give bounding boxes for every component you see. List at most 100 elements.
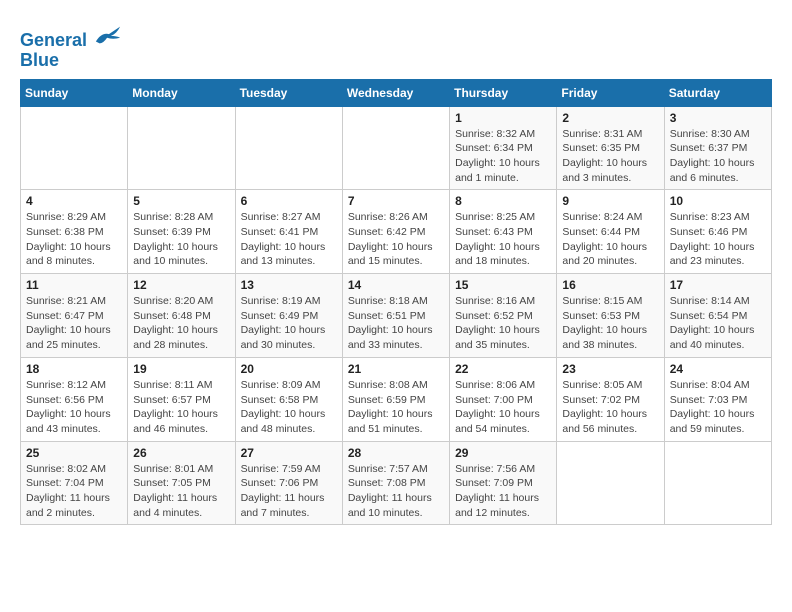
day-info: Sunrise: 7:59 AM Sunset: 7:06 PM Dayligh…	[241, 462, 337, 521]
day-number: 15	[455, 278, 551, 292]
calendar-day-cell: 28 Sunrise: 7:57 AM Sunset: 7:08 PM Dayli…	[342, 441, 449, 525]
calendar-day-cell: 15 Sunrise: 8:16 AM Sunset: 6:52 PM Dayli…	[450, 274, 557, 358]
day-number: 21	[348, 362, 444, 376]
day-info: Sunrise: 8:08 AM Sunset: 6:59 PM Dayligh…	[348, 378, 444, 437]
calendar-day-cell: 10 Sunrise: 8:23 AM Sunset: 6:46 PM Dayli…	[664, 190, 771, 274]
calendar-day-cell: 12 Sunrise: 8:20 AM Sunset: 6:48 PM Dayli…	[128, 274, 235, 358]
day-number: 17	[670, 278, 766, 292]
calendar-day-cell	[557, 441, 664, 525]
logo-blue-text: Blue	[20, 51, 122, 71]
day-number: 26	[133, 446, 229, 460]
calendar-day-cell: 17 Sunrise: 8:14 AM Sunset: 6:54 PM Dayli…	[664, 274, 771, 358]
day-info: Sunrise: 7:57 AM Sunset: 7:08 PM Dayligh…	[348, 462, 444, 521]
calendar-day-cell	[128, 106, 235, 190]
day-info: Sunrise: 8:28 AM Sunset: 6:39 PM Dayligh…	[133, 210, 229, 269]
logo: General Blue	[20, 24, 122, 71]
day-info: Sunrise: 8:12 AM Sunset: 6:56 PM Dayligh…	[26, 378, 122, 437]
calendar-day-cell: 13Sunrise: 8:19 AM Sunset: 6:49 PM Dayli…	[235, 274, 342, 358]
calendar-day-cell: 19 Sunrise: 8:11 AM Sunset: 6:57 PM Dayli…	[128, 357, 235, 441]
day-of-week-header: Thursday	[450, 79, 557, 106]
calendar-day-cell: 2Sunrise: 8:31 AM Sunset: 6:35 PM Daylig…	[557, 106, 664, 190]
calendar-week-row: 25 Sunrise: 8:02 AM Sunset: 7:04 PM Dayli…	[21, 441, 772, 525]
calendar-day-cell: 21 Sunrise: 8:08 AM Sunset: 6:59 PM Dayli…	[342, 357, 449, 441]
day-number: 3	[670, 111, 766, 125]
calendar-day-cell: 22 Sunrise: 8:06 AM Sunset: 7:00 PM Dayli…	[450, 357, 557, 441]
day-info: Sunrise: 8:01 AM Sunset: 7:05 PM Dayligh…	[133, 462, 229, 521]
day-number: 18	[26, 362, 122, 376]
day-of-week-header: Sunday	[21, 79, 128, 106]
day-number: 23	[562, 362, 658, 376]
calendar-table: SundayMondayTuesdayWednesdayThursdayFrid…	[20, 79, 772, 526]
calendar-day-cell: 5 Sunrise: 8:28 AM Sunset: 6:39 PM Daylig…	[128, 190, 235, 274]
calendar-day-cell: 26 Sunrise: 8:01 AM Sunset: 7:05 PM Dayli…	[128, 441, 235, 525]
day-info: Sunrise: 8:24 AM Sunset: 6:44 PM Dayligh…	[562, 210, 658, 269]
day-number: 16	[562, 278, 658, 292]
day-of-week-header: Saturday	[664, 79, 771, 106]
calendar-day-cell: 25 Sunrise: 8:02 AM Sunset: 7:04 PM Dayli…	[21, 441, 128, 525]
calendar-day-cell: 8 Sunrise: 8:25 AM Sunset: 6:43 PM Daylig…	[450, 190, 557, 274]
day-info: Sunrise: 8:11 AM Sunset: 6:57 PM Dayligh…	[133, 378, 229, 437]
calendar-day-cell: 4 Sunrise: 8:29 AM Sunset: 6:38 PM Daylig…	[21, 190, 128, 274]
calendar-week-row: 11 Sunrise: 8:21 AM Sunset: 6:47 PM Dayli…	[21, 274, 772, 358]
day-info: Sunrise: 8:14 AM Sunset: 6:54 PM Dayligh…	[670, 294, 766, 353]
day-number: 24	[670, 362, 766, 376]
page-header: General Blue	[20, 20, 772, 71]
day-of-week-header: Friday	[557, 79, 664, 106]
calendar-day-cell: 27Sunrise: 7:59 AM Sunset: 7:06 PM Dayli…	[235, 441, 342, 525]
day-info: Sunrise: 8:31 AM Sunset: 6:35 PM Dayligh…	[562, 127, 658, 186]
calendar-day-cell	[235, 106, 342, 190]
day-number: 12	[133, 278, 229, 292]
calendar-header-row: SundayMondayTuesdayWednesdayThursdayFrid…	[21, 79, 772, 106]
calendar-day-cell: 18 Sunrise: 8:12 AM Sunset: 6:56 PM Dayli…	[21, 357, 128, 441]
day-of-week-header: Wednesday	[342, 79, 449, 106]
day-info: Sunrise: 8:19 AM Sunset: 6:49 PM Dayligh…	[241, 294, 337, 353]
day-number: 22	[455, 362, 551, 376]
day-info: Sunrise: 8:04 AM Sunset: 7:03 PM Dayligh…	[670, 378, 766, 437]
day-number: 25	[26, 446, 122, 460]
day-of-week-header: Monday	[128, 79, 235, 106]
day-info: Sunrise: 8:25 AM Sunset: 6:43 PM Dayligh…	[455, 210, 551, 269]
day-info: Sunrise: 8:09 AM Sunset: 6:58 PM Dayligh…	[241, 378, 337, 437]
day-number: 8	[455, 194, 551, 208]
day-number: 6	[241, 194, 337, 208]
day-info: Sunrise: 8:21 AM Sunset: 6:47 PM Dayligh…	[26, 294, 122, 353]
day-number: 14	[348, 278, 444, 292]
day-info: Sunrise: 8:26 AM Sunset: 6:42 PM Dayligh…	[348, 210, 444, 269]
calendar-day-cell	[664, 441, 771, 525]
calendar-day-cell: 11 Sunrise: 8:21 AM Sunset: 6:47 PM Dayli…	[21, 274, 128, 358]
day-info: Sunrise: 7:56 AM Sunset: 7:09 PM Dayligh…	[455, 462, 551, 521]
day-number: 7	[348, 194, 444, 208]
day-info: Sunrise: 8:16 AM Sunset: 6:52 PM Dayligh…	[455, 294, 551, 353]
day-number: 5	[133, 194, 229, 208]
calendar-day-cell: 23Sunrise: 8:05 AM Sunset: 7:02 PM Dayli…	[557, 357, 664, 441]
day-number: 19	[133, 362, 229, 376]
calendar-day-cell: 16 Sunrise: 8:15 AM Sunset: 6:53 PM Dayli…	[557, 274, 664, 358]
day-info: Sunrise: 8:30 AM Sunset: 6:37 PM Dayligh…	[670, 127, 766, 186]
calendar-week-row: 4 Sunrise: 8:29 AM Sunset: 6:38 PM Daylig…	[21, 190, 772, 274]
logo-text: General	[20, 24, 122, 51]
day-info: Sunrise: 8:20 AM Sunset: 6:48 PM Dayligh…	[133, 294, 229, 353]
day-of-week-header: Tuesday	[235, 79, 342, 106]
day-info: Sunrise: 8:29 AM Sunset: 6:38 PM Dayligh…	[26, 210, 122, 269]
day-number: 28	[348, 446, 444, 460]
day-number: 1	[455, 111, 551, 125]
calendar-day-cell	[21, 106, 128, 190]
calendar-day-cell: 20 Sunrise: 8:09 AM Sunset: 6:58 PM Dayli…	[235, 357, 342, 441]
day-info: Sunrise: 8:06 AM Sunset: 7:00 PM Dayligh…	[455, 378, 551, 437]
calendar-day-cell: 3 Sunrise: 8:30 AM Sunset: 6:37 PM Daylig…	[664, 106, 771, 190]
day-info: Sunrise: 8:02 AM Sunset: 7:04 PM Dayligh…	[26, 462, 122, 521]
calendar-day-cell: 9 Sunrise: 8:24 AM Sunset: 6:44 PM Daylig…	[557, 190, 664, 274]
calendar-day-cell: 14 Sunrise: 8:18 AM Sunset: 6:51 PM Dayli…	[342, 274, 449, 358]
calendar-day-cell: 6 Sunrise: 8:27 AM Sunset: 6:41 PM Daylig…	[235, 190, 342, 274]
day-info: Sunrise: 8:27 AM Sunset: 6:41 PM Dayligh…	[241, 210, 337, 269]
day-number: 4	[26, 194, 122, 208]
day-info: Sunrise: 8:32 AM Sunset: 6:34 PM Dayligh…	[455, 127, 551, 186]
day-number: 20	[241, 362, 337, 376]
day-info: Sunrise: 8:15 AM Sunset: 6:53 PM Dayligh…	[562, 294, 658, 353]
day-info: Sunrise: 8:18 AM Sunset: 6:51 PM Dayligh…	[348, 294, 444, 353]
day-info: Sunrise: 8:23 AM Sunset: 6:46 PM Dayligh…	[670, 210, 766, 269]
day-number: 11	[26, 278, 122, 292]
day-number: 10	[670, 194, 766, 208]
day-number: 9	[562, 194, 658, 208]
calendar-week-row: 1 Sunrise: 8:32 AM Sunset: 6:34 PM Daylig…	[21, 106, 772, 190]
